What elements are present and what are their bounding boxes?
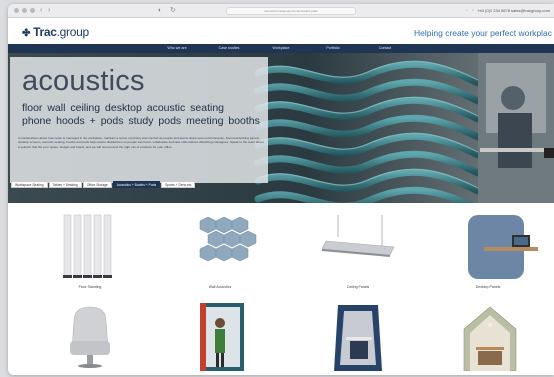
address-bar[interactable]: acoustics.tracgroup.com/acoustics-pods <box>226 7 356 15</box>
reload-icon[interactable]: ↻ <box>170 6 176 16</box>
phone-booth-image <box>200 303 244 371</box>
hero-subtitle-line2: phone hoods + pods study pods meeting bo… <box>22 115 260 127</box>
hero-description: Considerations about how noise is manage… <box>18 136 264 149</box>
hero-subtitle-line1: floor wall ceiling desktop acoustic seat… <box>22 102 225 114</box>
browser-toolbar: ‹ › ◐ ↻ acoustics.tracgroup.com/acoustic… <box>8 4 554 18</box>
nav-item-workplace[interactable]: Workplace <box>255 44 307 53</box>
tab-sports-dens[interactable]: Sports + Dens etc <box>161 181 196 188</box>
category-tabs: Workspace Seating Tables + Desking Offic… <box>11 181 196 188</box>
forward-icon[interactable]: › <box>48 6 50 16</box>
floor-standing-panels-image <box>63 214 112 278</box>
meeting-booth-image <box>463 306 517 371</box>
nav-item-portfolio[interactable]: Portfolio <box>307 44 359 53</box>
tab-office-storage[interactable]: Office Storage <box>82 181 112 188</box>
desktop-panel-image <box>468 215 538 279</box>
nav-item-who-we-are[interactable]: Who we are <box>151 44 203 53</box>
window-controls <box>14 8 35 13</box>
zoom-window-button[interactable] <box>30 8 35 13</box>
logo-text-bold: Trac <box>33 25 57 39</box>
tab-tables-desking[interactable]: Tables + Desking <box>48 181 82 188</box>
logo-text-light: .group <box>56 25 90 39</box>
nav-item-contact[interactable]: Contact <box>359 44 411 53</box>
hero-banner: acoustics floor wall ceiling desktop aco… <box>8 53 554 203</box>
product-caption: Desktop Panels <box>475 285 501 289</box>
shield-icon[interactable]: ◐ <box>158 6 162 16</box>
product-grid: Floor Standing Wall Acoustics Ceiling Pa… <box>8 203 554 375</box>
site-header: ✤ Trac.group Helping create your perfect … <box>8 18 554 44</box>
hero-text-panel: acoustics floor wall ceiling desktop aco… <box>10 57 268 183</box>
acoustic-armchair-image <box>70 306 110 368</box>
tab-workspace-seating[interactable]: Workspace Seating <box>11 181 48 188</box>
site-logo[interactable]: ✤ Trac.group <box>22 25 89 39</box>
contact-line: +44 (0)1 234 5678 sales@tracgroup.com <box>477 8 550 13</box>
minimize-window-button[interactable] <box>22 8 27 13</box>
site-tagline: Helping create your perfect workplac <box>414 28 552 38</box>
product-caption: Floor Standing <box>78 285 102 289</box>
nav-item-case-studies[interactable]: Case studies <box>203 44 255 53</box>
study-pod-image <box>334 305 382 371</box>
logo-mark-icon: ✤ <box>22 28 31 39</box>
product-caption: Wall Acoustics <box>208 285 232 289</box>
product-caption: Ceiling Panels <box>346 285 370 289</box>
ceiling-panel-image <box>321 215 395 257</box>
back-icon[interactable]: ‹ <box>40 6 42 16</box>
tab-acoustics-booths-pods[interactable]: Acoustics + Booths + Pods <box>112 181 161 188</box>
main-nav: Who we are Case studies Workplace Portfo… <box>8 44 554 53</box>
hero-title: acoustics <box>22 65 145 97</box>
close-window-button[interactable] <box>14 8 19 13</box>
wall-acoustic-tiles-image <box>199 216 257 262</box>
browser-window: ‹ › ◐ ↻ acoustics.tracgroup.com/acoustic… <box>8 4 554 375</box>
